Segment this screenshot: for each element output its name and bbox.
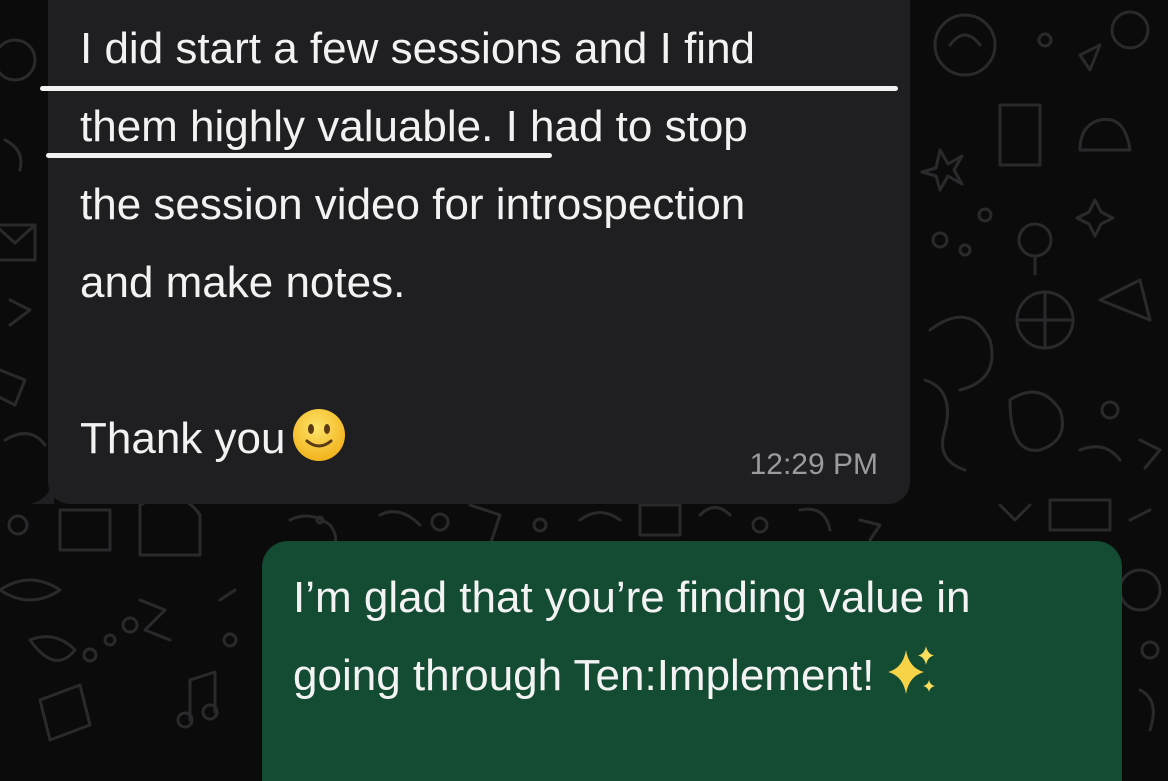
message-line: the session video for introspection (80, 180, 746, 229)
message-line: I’m glad that you’re finding value in (293, 573, 971, 622)
incoming-bubble-tail (30, 480, 54, 504)
text-underline (46, 153, 552, 158)
message-line: I did start a few sessions and I find (80, 24, 756, 73)
sparkles-icon (888, 646, 936, 694)
outgoing-message-bubble[interactable]: I’m glad that you’re finding value in go… (262, 541, 1122, 781)
incoming-message-bubble[interactable]: I did start a few sessions and I find th… (30, 0, 910, 504)
message-line: and make notes. (80, 258, 406, 307)
reply-text: going through Ten:Implement! (293, 651, 875, 700)
message-timestamp: 12:29 PM (749, 448, 878, 481)
message-line: Thank you (80, 400, 347, 478)
thank-you-text: Thank you (80, 414, 286, 463)
message-line: going through Ten:Implement! (293, 637, 940, 715)
slightly-smiling-face-icon (293, 409, 346, 461)
